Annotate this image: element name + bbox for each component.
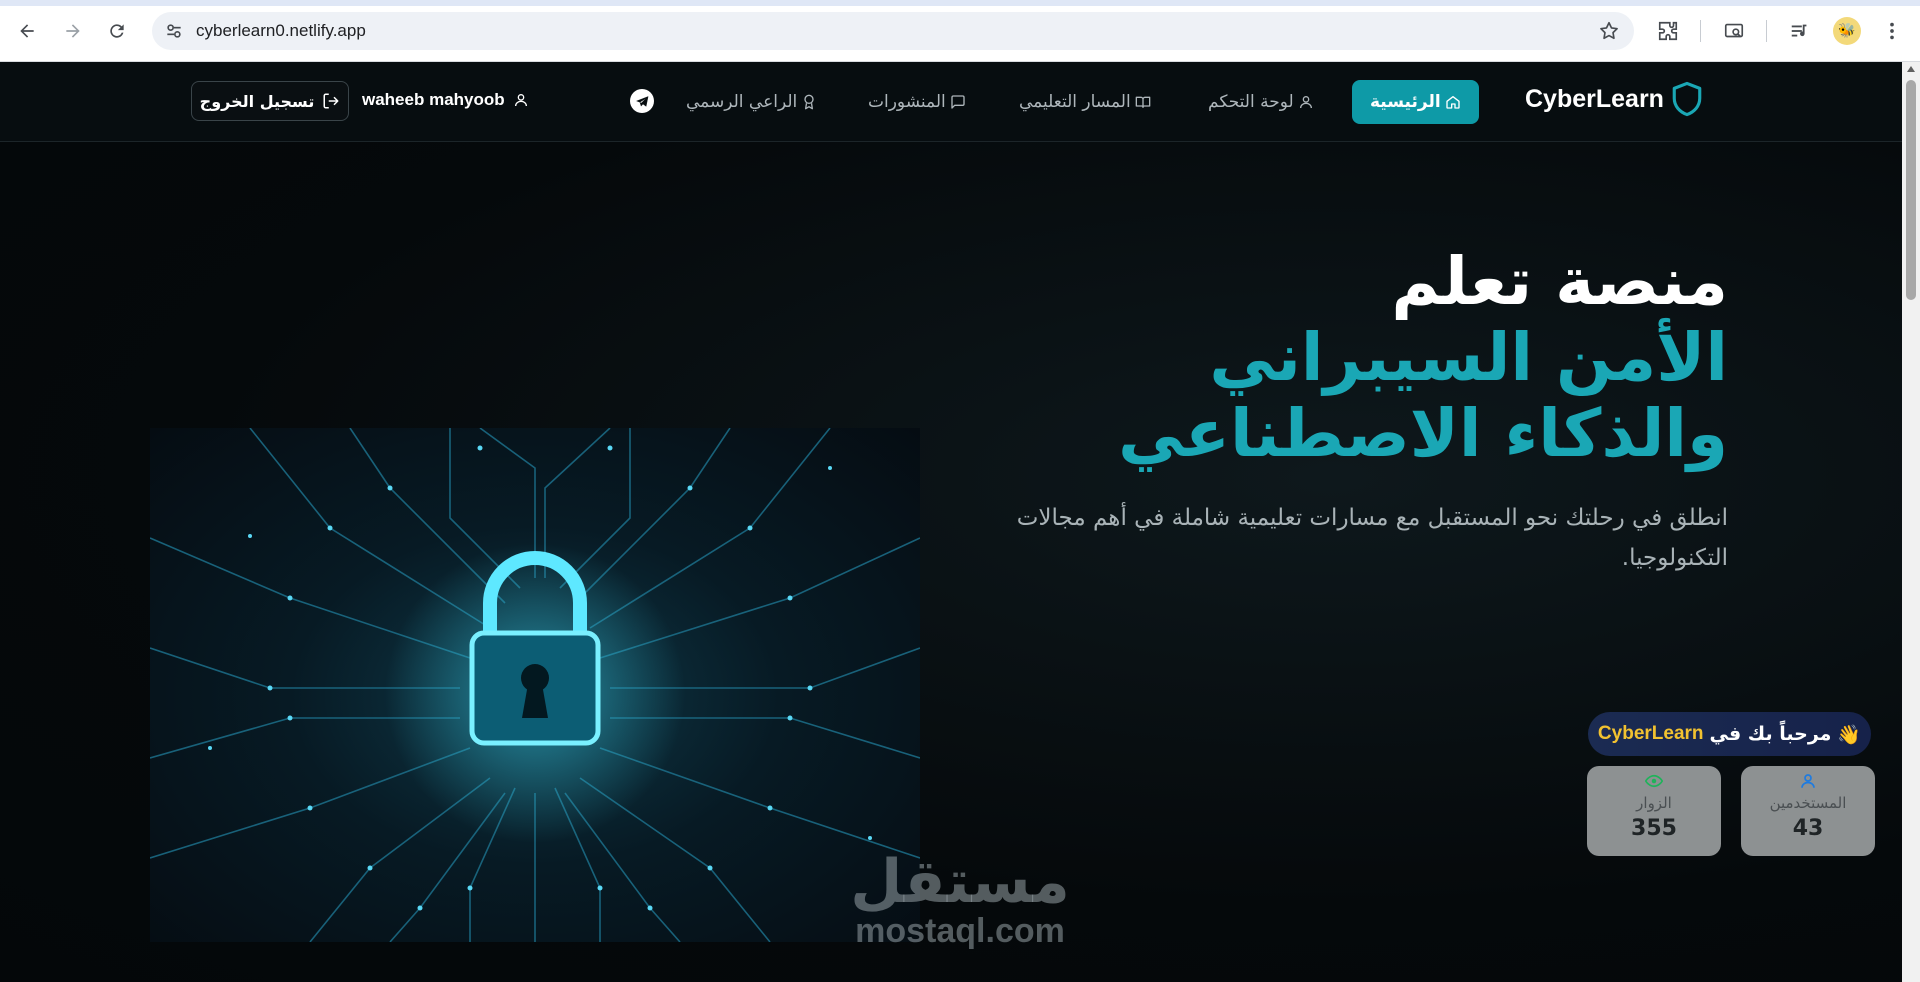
nav-posts[interactable]: المنشورات <box>868 80 966 124</box>
nav-home[interactable]: الرئيسية <box>1352 80 1479 124</box>
hero-image <box>150 428 920 942</box>
music-list-icon <box>1791 24 1807 37</box>
welcome-badge: 👋 مرحباً بك في CyberLearn <box>1588 712 1871 756</box>
watermark-latin: mostaql.com <box>855 912 1065 950</box>
arrow-right-icon <box>66 24 80 38</box>
hero-title-accent: الأمن السيبراني والذكاء الاصطناعي <box>1118 319 1728 472</box>
logout-label: تسجيل الخروج <box>199 91 315 111</box>
hero-subtitle: انطلق في رحلتك نحو المستقبل مع مسارات تع… <box>1016 505 1728 572</box>
eye-icon <box>1645 774 1663 788</box>
extensions-button[interactable] <box>1654 17 1682 45</box>
wave-icon: 👋 <box>1837 723 1862 746</box>
screen-search-icon <box>1724 23 1744 38</box>
forward-button[interactable] <box>56 14 90 48</box>
browser-menu-button[interactable] <box>1878 17 1906 45</box>
puzzle-icon <box>1658 21 1678 41</box>
logout-button[interactable]: تسجيل الخروج <box>191 81 349 121</box>
brand-name: CyberLearn <box>1525 84 1664 113</box>
welcome-brand: CyberLearn <box>1597 723 1704 744</box>
page-scrollbar[interactable] <box>1902 62 1920 982</box>
welcome-text: مرحباً بك في <box>1709 723 1832 745</box>
user-icon <box>1801 774 1815 788</box>
nav-home-label: الرئيسية <box>1370 92 1441 112</box>
stat-value: 355 <box>1631 816 1677 841</box>
arrow-left-icon <box>20 24 34 38</box>
media-button[interactable] <box>1786 17 1814 45</box>
shield-icon <box>1672 81 1702 117</box>
nav-posts-label: المنشورات <box>868 92 946 112</box>
kebab-menu-icon <box>1890 22 1894 40</box>
tab-search-button[interactable] <box>1720 17 1748 45</box>
hero-section: منصة تعلم الأمن السيبراني والذكاء الاصطن… <box>0 142 1902 982</box>
avatar-icon: 🐝 <box>1838 23 1856 39</box>
url-text[interactable]: cyberlearn0.netlify.app <box>196 21 366 41</box>
logout-icon <box>323 93 339 109</box>
nav-learning-path[interactable]: المسار التعليمي <box>1019 80 1151 124</box>
user-icon <box>514 94 527 107</box>
telegram-link[interactable] <box>630 89 654 113</box>
nav-sponsor[interactable]: الراعي الرسمي <box>686 80 817 124</box>
nav-dashboard-label: لوحة التحكم <box>1208 92 1294 112</box>
mostaql-watermark: مستقل mostaql.com <box>840 852 1080 948</box>
user-name-text: waheeb mahyoob <box>362 90 505 109</box>
user-icon <box>1299 96 1312 109</box>
toolbar-divider <box>1766 20 1767 42</box>
stat-value: 43 <box>1792 816 1824 841</box>
stat-card-visitors: الزوار 355 <box>1587 766 1721 856</box>
award-icon <box>804 94 814 110</box>
watermark-arabic: مستقل <box>850 847 1070 917</box>
scroll-up-icon[interactable] <box>1907 66 1915 72</box>
hero-title: منصة تعلم <box>1391 243 1728 320</box>
browser-chrome: cyberlearn0.netlify.app 🐝 <box>0 0 1920 62</box>
address-bar[interactable]: cyberlearn0.netlify.app <box>152 12 1634 50</box>
message-icon <box>951 95 965 109</box>
tab-strip <box>0 0 1920 6</box>
home-icon <box>1445 96 1460 109</box>
nav-dashboard[interactable]: لوحة التحكم <box>1208 80 1314 124</box>
profile-avatar[interactable]: 🐝 <box>1833 17 1861 45</box>
stat-label: الزوار <box>1636 794 1672 812</box>
stat-card-users: المستخدمين 43 <box>1741 766 1875 856</box>
padlock-circuit-icon <box>150 428 920 942</box>
nav-learning-path-label: المسار التعليمي <box>1019 92 1131 112</box>
reload-icon <box>110 24 124 38</box>
telegram-icon <box>635 95 648 107</box>
stat-label: المستخدمين <box>1769 794 1847 812</box>
nav-sponsor-label: الراعي الرسمي <box>686 92 798 112</box>
back-button[interactable] <box>10 14 44 48</box>
toolbar-divider <box>1700 20 1701 42</box>
user-menu[interactable]: waheeb mahyoob <box>362 90 529 110</box>
book-icon <box>1135 96 1151 108</box>
site-settings-icon[interactable] <box>164 21 184 41</box>
reload-button[interactable] <box>100 14 134 48</box>
scrollbar-thumb[interactable] <box>1906 80 1916 300</box>
site-header: CyberLearn الرئيسية لوحة التحكم المسار ا… <box>0 62 1902 142</box>
brand-logo[interactable]: CyberLearn <box>1525 80 1704 118</box>
bookmark-star-icon[interactable] <box>1598 20 1620 42</box>
